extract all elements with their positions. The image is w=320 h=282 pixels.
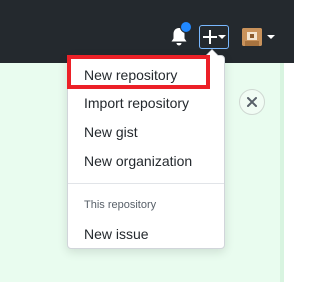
highlight-annotation-box (67, 55, 210, 89)
notification-indicator (180, 21, 192, 33)
top-header-bar (0, 0, 294, 63)
menu-item-new-gist[interactable]: New gist (84, 123, 138, 141)
chevron-down-icon (218, 35, 226, 39)
menu-section-header: This repository (84, 199, 157, 211)
plus-icon (203, 30, 217, 44)
menu-item-import-repository[interactable]: Import repository (84, 94, 189, 112)
menu-divider (68, 183, 224, 184)
menu-item-new-organization[interactable]: New organization (84, 152, 192, 170)
content-scroll-edge (280, 63, 284, 282)
create-new-button[interactable] (199, 25, 229, 49)
close-icon (247, 97, 257, 107)
dismiss-button[interactable] (239, 89, 265, 115)
avatar[interactable] (242, 28, 262, 46)
avatar-chevron-down-icon[interactable] (267, 35, 275, 39)
menu-item-new-issue[interactable]: New issue (84, 225, 149, 243)
